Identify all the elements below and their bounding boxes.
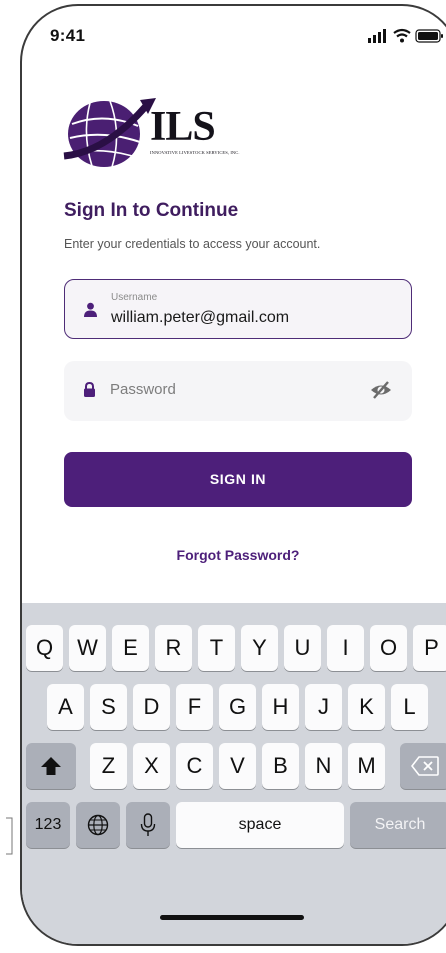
key-i[interactable]: I xyxy=(327,625,364,671)
key-x[interactable]: X xyxy=(133,743,170,789)
key-c[interactable]: C xyxy=(176,743,213,789)
side-bracket-mark xyxy=(6,817,13,855)
brand-tagline: INNOVATIVE LIVESTOCK SERVICES, INC. xyxy=(150,150,240,155)
key-b[interactable]: B xyxy=(262,743,299,789)
key-r[interactable]: R xyxy=(155,625,192,671)
shift-icon xyxy=(41,757,61,775)
password-field[interactable]: Password xyxy=(64,361,412,421)
username-field[interactable]: Username william.peter@gmail.com xyxy=(64,279,412,339)
key-s[interactable]: S xyxy=(90,684,127,730)
key-d[interactable]: D xyxy=(133,684,170,730)
search-key[interactable]: Search xyxy=(350,802,446,848)
eye-off-icon[interactable] xyxy=(370,380,392,400)
key-g[interactable]: G xyxy=(219,684,256,730)
globe-icon xyxy=(87,814,109,836)
key-w[interactable]: W xyxy=(69,625,106,671)
key-q[interactable]: Q xyxy=(26,625,63,671)
microphone-icon xyxy=(140,813,156,836)
delete-key[interactable] xyxy=(400,743,446,789)
delete-icon xyxy=(410,756,439,776)
key-u[interactable]: U xyxy=(284,625,321,671)
forgot-password-link[interactable]: Forgot Password? xyxy=(64,547,412,563)
page-title: Sign In to Continue xyxy=(64,200,239,221)
battery-icon xyxy=(415,29,443,43)
lock-icon xyxy=(84,382,95,397)
page-subtitle: Enter your credentials to access your ac… xyxy=(64,237,321,251)
phone-frame: 9:41 ILS INNOVATIVE LIVESTOCK SERVICES, … xyxy=(20,4,446,946)
key-v[interactable]: V xyxy=(219,743,256,789)
key-z[interactable]: Z xyxy=(90,743,127,789)
key-o[interactable]: O xyxy=(370,625,407,671)
status-time: 9:41 xyxy=(50,26,86,45)
key-j[interactable]: J xyxy=(305,684,342,730)
space-key[interactable]: space xyxy=(176,802,344,848)
key-y[interactable]: Y xyxy=(241,625,278,671)
globe-key[interactable] xyxy=(76,802,120,848)
keyboard: Q W E R T Y U I O P A S D F G H J K L Z … xyxy=(22,603,446,944)
shift-key[interactable] xyxy=(26,743,76,789)
brand-name: ILS xyxy=(150,104,216,150)
signal-icon xyxy=(368,29,386,43)
key-a[interactable]: A xyxy=(47,684,84,730)
signin-button[interactable]: SIGN IN xyxy=(64,452,412,507)
home-indicator xyxy=(160,915,304,920)
key-h[interactable]: H xyxy=(262,684,299,730)
key-t[interactable]: T xyxy=(198,625,235,671)
key-p[interactable]: P xyxy=(413,625,446,671)
key-n[interactable]: N xyxy=(305,743,342,789)
user-icon xyxy=(84,302,97,317)
key-f[interactable]: F xyxy=(176,684,213,730)
key-l[interactable]: L xyxy=(391,684,428,730)
username-value: william.peter@gmail.com xyxy=(111,309,290,326)
wifi-icon xyxy=(393,28,411,43)
key-m[interactable]: M xyxy=(348,743,385,789)
microphone-key[interactable] xyxy=(126,802,170,848)
numbers-key[interactable]: 123 xyxy=(26,802,70,848)
status-icons xyxy=(368,28,443,43)
key-e[interactable]: E xyxy=(112,625,149,671)
username-label: Username xyxy=(111,292,158,303)
password-placeholder: Password xyxy=(110,381,176,398)
key-k[interactable]: K xyxy=(348,684,385,730)
